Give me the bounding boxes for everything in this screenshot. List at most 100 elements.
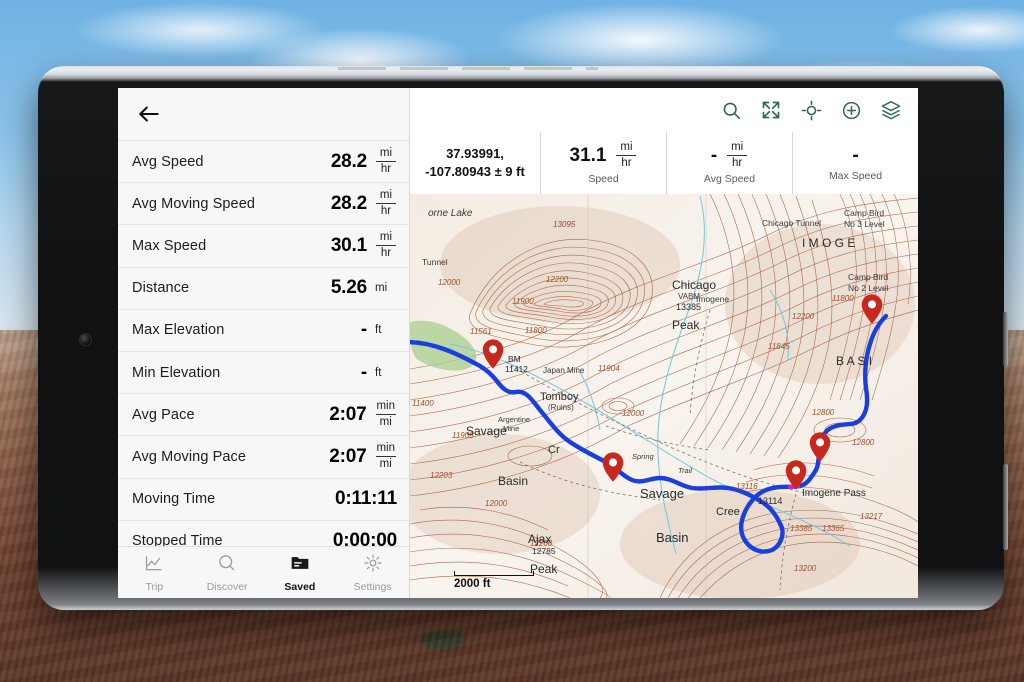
stat-label: Avg Moving Speed [132, 195, 256, 212]
app-screen: Avg Speed 28.2 mi hr Avg Moving Speed 28.2 mi h… [118, 88, 918, 598]
fullscreen-expand-icon[interactable] [760, 99, 782, 121]
stat-value: 30.1 [330, 234, 367, 256]
power-button[interactable] [1003, 312, 1008, 366]
stat-label: Max Speed [132, 237, 207, 254]
unit-numerator: mi [620, 140, 633, 153]
coordinate-line-1: 37.93991, [446, 146, 504, 162]
map-metric-avg-speed: - mi hr Avg Speed [666, 132, 792, 194]
map-waypoint-marker[interactable] [785, 460, 807, 490]
map-layers-icon[interactable] [880, 99, 902, 121]
stats-list: Avg Speed 28.2 mi hr Avg Moving Speed 28.2 mi h… [118, 140, 409, 546]
nav-item-label: Saved [284, 580, 316, 593]
metric-caption: Avg Speed [703, 173, 756, 186]
metric-unit: mi hr [726, 141, 748, 170]
unit-denominator: hr [380, 205, 392, 218]
stat-label: Stopped Time [132, 533, 223, 546]
metric-caption: Speed [588, 173, 619, 186]
chart-line-icon [144, 553, 164, 578]
stat-row[interactable]: Avg Pace 2:07 min mi [118, 393, 409, 436]
unit-denominator: mi [379, 416, 392, 429]
stat-value-group: - ft [361, 319, 397, 341]
search-icon[interactable] [720, 99, 742, 121]
map-panel: 37.93991, -107.80943 ± 9 ft 31.1 mi hr Speed -… [410, 88, 918, 598]
unit-denominator: mi [379, 458, 392, 471]
nav-item-label: Trip [145, 580, 164, 593]
folder-saved-icon [290, 553, 310, 578]
add-plus-circle-icon[interactable] [840, 99, 862, 121]
stat-label: Distance [132, 280, 190, 297]
map-stats-bar: 37.93991, -107.80943 ± 9 ft 31.1 mi hr Speed -… [410, 132, 918, 194]
stat-value-group: 2:07 min mi [329, 442, 397, 471]
unit-divider [376, 203, 396, 205]
unit-denominator: hr [732, 157, 743, 169]
unit-numerator: mi [379, 231, 393, 244]
stat-value-group: 0:00:00 [333, 530, 397, 546]
unit-numerator: mi [379, 146, 393, 159]
panel-header [118, 88, 409, 140]
stat-label: Max Elevation [132, 322, 225, 339]
stat-unit: min mi [374, 400, 397, 429]
back-arrow-icon[interactable] [136, 101, 162, 127]
stat-row[interactable]: Max Elevation - ft [118, 308, 409, 351]
stat-row[interactable]: Avg Speed 28.2 mi hr [118, 140, 409, 183]
bush [420, 630, 466, 650]
metric-value-row: - mi hr [711, 141, 748, 170]
stat-value-group: - ft [361, 362, 397, 384]
stat-unit: min mi [374, 442, 397, 471]
metric-value: - [852, 144, 859, 166]
unit-divider [376, 161, 396, 163]
trip-stats-panel: Avg Speed 28.2 mi hr Avg Moving Speed 28.2 mi h… [118, 88, 410, 598]
nav-item-settings[interactable]: Settings [336, 547, 409, 598]
stat-row[interactable]: Max Speed 30.1 mi hr [118, 224, 409, 267]
stat-value-group: 5.26 mi [331, 277, 397, 299]
stat-row[interactable]: Moving Time 0:11:11 [118, 477, 409, 520]
map-toolbar [410, 88, 918, 132]
stat-row[interactable]: Min Elevation - ft [118, 350, 409, 394]
nav-item-discover[interactable]: Discover [191, 547, 264, 598]
stat-value: - [360, 361, 367, 383]
stat-value-group: 28.2 mi hr [331, 189, 397, 218]
metric-value: 31.1 [569, 144, 607, 166]
stat-unit: ft [375, 324, 382, 337]
stat-value-group: 2:07 min mi [329, 400, 397, 429]
unit-numerator: mi [731, 140, 744, 153]
metric-value-row: - [852, 145, 858, 167]
stat-unit: mi hr [375, 147, 397, 176]
map-waypoint-marker[interactable] [482, 339, 504, 369]
stat-label: Avg Moving Pace [132, 448, 247, 465]
stat-row[interactable]: Stopped Time 0:00:00 [118, 519, 409, 546]
stat-value: 0:00:00 [332, 530, 397, 546]
metric-unit: mi hr [615, 141, 637, 170]
locate-crosshair-icon[interactable] [800, 99, 822, 121]
map-waypoint-marker[interactable] [861, 294, 883, 324]
nav-item-trip[interactable]: Trip [118, 547, 191, 598]
stat-row[interactable]: Avg Moving Pace 2:07 min mi [118, 435, 409, 478]
stat-value: 28.2 [330, 150, 367, 172]
topo-map-canvas[interactable]: orne Lake Tunnel 13095 12200 12000 11900 11561… [410, 194, 918, 598]
nav-item-label: Discover [206, 580, 248, 593]
stat-row[interactable]: Distance 5.26 mi [118, 266, 409, 309]
map-waypoint-marker[interactable] [809, 432, 831, 462]
unit-numerator: mi [379, 189, 393, 202]
gps-coordinates: 37.93991, -107.80943 ± 9 ft [410, 132, 540, 194]
stat-value: 5.26 [330, 277, 367, 299]
nav-item-saved[interactable]: Saved [264, 547, 337, 598]
stat-label: Avg Pace [132, 406, 195, 423]
stat-label: Min Elevation [132, 364, 221, 381]
unit-divider [727, 155, 748, 156]
unit-numerator: min [376, 400, 395, 412]
unit-denominator: hr [380, 247, 392, 260]
stat-value-group: 30.1 mi hr [331, 231, 397, 260]
topo-map-graphics [410, 194, 918, 598]
unit-denominator: hr [380, 163, 392, 176]
gear-icon [363, 553, 383, 578]
map-waypoint-marker[interactable] [602, 452, 624, 482]
stat-row[interactable]: Avg Moving Speed 28.2 mi hr [118, 182, 409, 225]
map-metric-speed: 31.1 mi hr Speed [540, 132, 666, 194]
volume-button[interactable] [1003, 464, 1008, 550]
stat-value: 2:07 [329, 445, 367, 467]
unit-divider [376, 245, 396, 247]
search-icon [217, 553, 237, 578]
coordinate-line-2: -107.80943 ± 9 ft [425, 164, 525, 179]
stat-value: 0:11:11 [335, 488, 397, 510]
